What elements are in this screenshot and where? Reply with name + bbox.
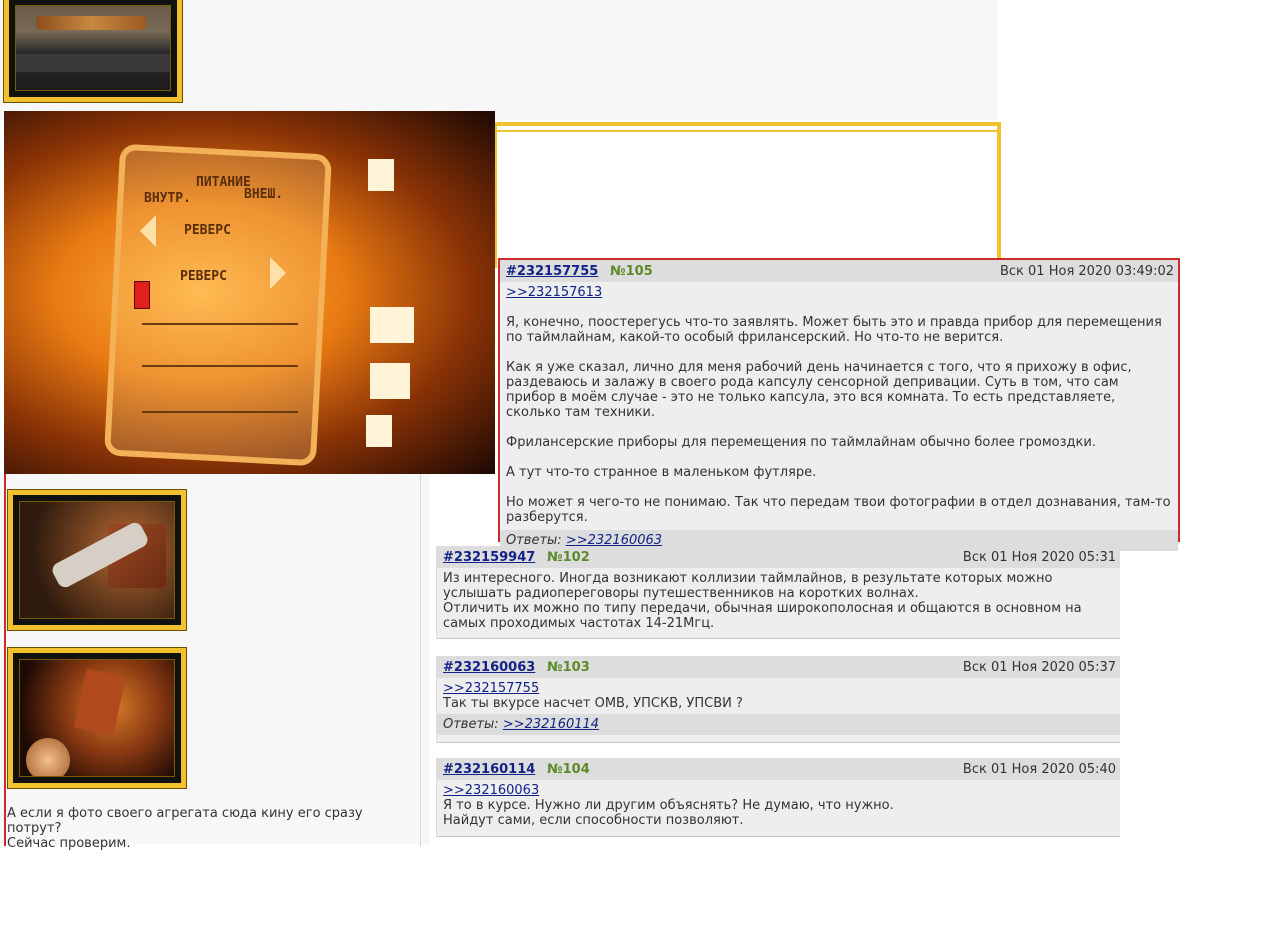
post-id-link[interactable]: #232160114: [443, 762, 535, 777]
post-number: №104: [547, 762, 590, 777]
post-line: Из интересного. Иногда возникают коллизи…: [443, 571, 1053, 601]
expanded-photo-device-panel[interactable]: ВНУТР. ПИТАНИЕ ВНЕШ. РЕВЕРС РЕВЕРС: [4, 111, 495, 474]
post-id-link[interactable]: #232159947: [443, 550, 535, 565]
post-paragraph: Я, конечно, поостерегусь что-то заявлять…: [506, 315, 1162, 345]
thumbnail-device-case[interactable]: [3, 0, 183, 103]
left-post-text: А если я фото своего агрегата сюда кину …: [7, 806, 417, 851]
post-id-link[interactable]: #232157755: [506, 264, 598, 279]
side-key-2: [370, 307, 414, 343]
post-number: №105: [610, 264, 653, 279]
reply-to-link[interactable]: >>232157755: [443, 681, 539, 696]
replies-label: Ответы:: [443, 717, 499, 732]
post-header: #232160063 №103 Вск 01 Ноя 2020 05:37: [437, 656, 1120, 678]
red-indicator: [134, 281, 150, 309]
column-divider: [420, 474, 421, 846]
photo-label-vnutr: ВНУТР.: [144, 191, 191, 206]
scale-line-1: [142, 323, 298, 325]
post-body: >>232157613 Я, конечно, поостерегусь что…: [500, 282, 1178, 525]
post-104: #232160114 №104 Вск 01 Ноя 2020 05:40 >>…: [436, 758, 1120, 837]
left-post-border: [4, 474, 6, 846]
reply-to-link[interactable]: >>232157613: [506, 285, 602, 300]
reply-link[interactable]: >>232160114: [503, 717, 599, 732]
post-number: №103: [547, 660, 590, 675]
post-date: Вск 01 Ноя 2020 05:37: [962, 660, 1116, 675]
post-paragraph: Но может я чего-то не понимаю. Так что п…: [506, 495, 1171, 525]
post-line: Отличить их можно по типу передачи, обыч…: [443, 601, 1082, 631]
scale-line-3: [142, 411, 298, 413]
scale-line-2: [142, 365, 298, 367]
post-paragraph: Фрилансерские приборы для перемещения по…: [506, 435, 1096, 450]
arrow-left-icon: [140, 215, 156, 247]
thumbnail-device-photo-3[interactable]: [7, 647, 187, 789]
post-line: Я то в курсе. Нужно ли другим объяснять?…: [443, 798, 894, 813]
left-post-line-2: Сейчас проверим.: [7, 836, 131, 851]
left-post-line-1: А если я фото своего агрегата сюда кину …: [7, 806, 363, 836]
reply-to-link[interactable]: >>232160063: [443, 783, 539, 798]
photo-label-pitanie: ПИТАНИЕ: [196, 175, 251, 190]
post-paragraph: А тут что-то странное в маленьком футляр…: [506, 465, 817, 480]
yellow-image-frame: [493, 122, 1001, 268]
side-key-1: [368, 159, 394, 191]
side-key-4: [366, 415, 392, 447]
thumbnail-device-photo-2[interactable]: [7, 489, 187, 631]
post-103: #232160063 №103 Вск 01 Ноя 2020 05:37 >>…: [436, 656, 1120, 743]
post-date: Вск 01 Ноя 2020 05:31: [962, 550, 1116, 565]
side-key-3: [370, 363, 410, 399]
post-number: №102: [547, 550, 590, 565]
post-line: Так ты вкурсе насчет ОМВ, УПСКВ, УПСВИ ?: [443, 696, 743, 711]
photo-label-vnesh: ВНЕШ.: [244, 187, 284, 202]
post-paragraph: Как я уже сказал, лично для меня рабочий…: [506, 360, 1132, 420]
post-id-link[interactable]: #232160063: [443, 660, 535, 675]
post-line: Найдут сами, если способности позволяют.: [443, 813, 744, 828]
post-body: >>232160063 Я то в курсе. Нужно ли други…: [437, 780, 1120, 828]
post-date: Вск 01 Ноя 2020 05:40: [962, 762, 1116, 777]
photo-label-revers-bottom: РЕВЕРС: [180, 269, 227, 284]
post-body: Из интересного. Иногда возникают коллизи…: [437, 568, 1120, 631]
post-header: #232157755 №105 Вск 01 Ноя 2020 03:49:02: [500, 260, 1178, 282]
photo-label-revers-top: РЕВЕРС: [184, 223, 231, 238]
replies-bar: Ответы: >>232160114: [437, 714, 1120, 735]
post-header: #232159947 №102 Вск 01 Ноя 2020 05:31: [437, 546, 1120, 568]
post-date: Вск 01 Ноя 2020 03:49:02: [999, 264, 1174, 279]
post-105: #232157755 №105 Вск 01 Ноя 2020 03:49:02…: [498, 258, 1180, 551]
post-102: #232159947 №102 Вск 01 Ноя 2020 05:31 Из…: [436, 546, 1120, 639]
post-body: >>232157755 Так ты вкурсе насчет ОМВ, УП…: [437, 678, 1120, 711]
arrow-right-icon: [270, 257, 286, 289]
post-header: #232160114 №104 Вск 01 Ноя 2020 05:40: [437, 758, 1120, 780]
